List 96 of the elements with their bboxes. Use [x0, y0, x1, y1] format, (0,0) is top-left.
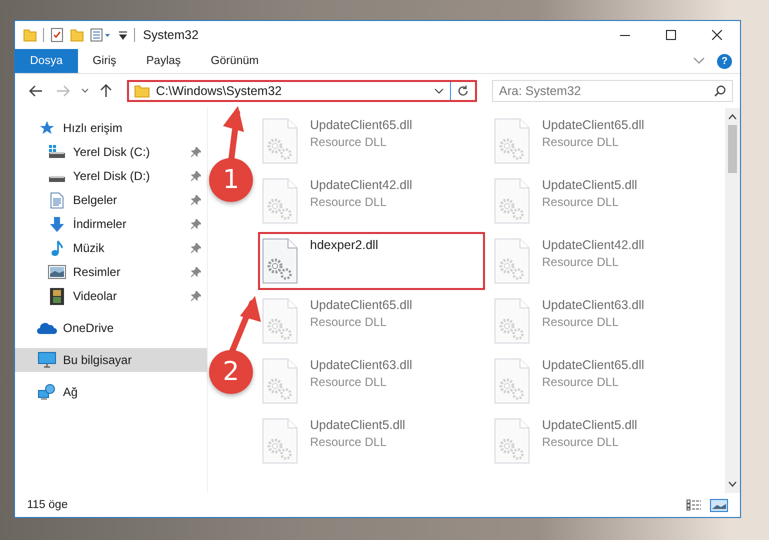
large-icons-view-icon[interactable] [710, 498, 728, 512]
sidebar-item[interactable]: İndirmeler [15, 212, 207, 236]
dll-file-icon [494, 238, 530, 284]
file-name: UpdateClient42.dll [542, 238, 644, 252]
file-type: Resource DLL [310, 375, 388, 389]
file-type: Resource DLL [542, 315, 620, 329]
dll-file-icon [494, 418, 530, 464]
up-arrow-icon[interactable] [100, 84, 112, 98]
file-item[interactable]: UpdateClient5.dll Resource DLL [490, 412, 717, 470]
scroll-down-icon[interactable] [728, 481, 737, 487]
file-name: UpdateClient63.dll [310, 358, 412, 372]
file-name: UpdateClient65.dll [542, 358, 644, 372]
window-title: System32 [143, 28, 199, 42]
dll-file-icon [262, 298, 298, 344]
cloud-icon [37, 322, 57, 334]
file-item[interactable]: UpdateClient65.dll Resource DLL [258, 292, 485, 350]
checklist-icon[interactable] [50, 27, 64, 43]
file-type: Resource DLL [310, 135, 388, 149]
file-type: Resource DLL [542, 255, 620, 269]
file-item[interactable]: UpdateClient5.dll Resource DLL [258, 412, 485, 470]
file-type: Resource DLL [542, 435, 620, 449]
search-field[interactable]: Ara: System32 [492, 80, 733, 102]
customize-toolbar-icon[interactable] [118, 29, 128, 41]
monitor-icon [38, 352, 56, 368]
file-type: Resource DLL [542, 135, 620, 149]
file-item[interactable]: UpdateClient65.dll Resource DLL [490, 112, 717, 170]
file-item[interactable]: UpdateClient42.dll Resource DLL [258, 172, 485, 230]
address-field[interactable]: C:\Windows\System32 [127, 80, 477, 102]
sidebar-item[interactable]: Bu bilgisayar [15, 348, 207, 372]
properties-icon[interactable] [90, 28, 112, 42]
file-name: UpdateClient5.dll [310, 418, 406, 432]
dll-file-icon [262, 238, 298, 284]
sidebar-item[interactable]: Ağ [15, 380, 207, 404]
file-name: UpdateClient65.dll [542, 118, 644, 132]
file-item[interactable]: UpdateClient65.dll Resource DLL [490, 352, 717, 410]
chevron-down-icon[interactable] [434, 88, 444, 94]
file-type: Resource DLL [542, 195, 620, 209]
picture-icon [48, 265, 66, 279]
dll-file-icon [262, 118, 298, 164]
sidebar-item[interactable]: Resimler [15, 260, 207, 284]
help-button[interactable]: ? [717, 54, 732, 68]
maximize-icon [666, 30, 676, 40]
file-name: UpdateClient65.dll [310, 118, 412, 132]
dll-file-icon [262, 418, 298, 464]
caret-icon[interactable] [81, 88, 89, 94]
file-item[interactable]: UpdateClient63.dll Resource DLL [490, 292, 717, 350]
file-type: Resource DLL [310, 435, 388, 449]
sidebar-item[interactable]: Videolar [15, 284, 207, 308]
file-item[interactable]: UpdateClient42.dll Resource DLL [490, 232, 717, 290]
network-icon [38, 384, 56, 400]
dll-file-icon [262, 178, 298, 224]
dll-file-icon [262, 358, 298, 404]
search-icon[interactable] [714, 85, 726, 97]
document-icon [50, 192, 64, 208]
film-icon [50, 288, 64, 304]
drive-icon [48, 176, 66, 182]
ribbon-tab[interactable]: Giriş [78, 49, 132, 73]
ribbon-tab[interactable]: Görünüm [196, 49, 274, 73]
dll-file-icon [494, 358, 530, 404]
scrollbar-thumb[interactable] [728, 125, 737, 173]
dll-file-icon [494, 178, 530, 224]
music-note-icon [51, 240, 63, 256]
sidebar-item[interactable]: Hızlı erişim [15, 116, 207, 140]
close-icon [712, 30, 722, 40]
file-name: UpdateClient5.dll [542, 178, 638, 192]
dll-file-icon [494, 298, 530, 344]
drive-icon [48, 145, 66, 159]
file-type: Resource DLL [310, 195, 388, 209]
sidebar-item[interactable]: Yerel Disk (C:) [15, 140, 207, 164]
dll-file-icon [494, 118, 530, 164]
file-type: Resource DLL [310, 315, 388, 329]
scroll-up-icon[interactable] [728, 114, 737, 120]
item-count: 115 öge [27, 499, 68, 511]
file-item[interactable]: UpdateClient63.dll Resource DLL [258, 352, 485, 410]
sidebar-item[interactable]: OneDrive [15, 316, 207, 340]
sidebar-item[interactable]: Belgeler [15, 188, 207, 212]
sidebar-item[interactable]: Yerel Disk (D:) [15, 164, 207, 188]
refresh-icon[interactable] [457, 85, 469, 97]
download-arrow-icon [49, 216, 65, 232]
star-icon [39, 120, 55, 136]
file-name: hdexper2.dll [310, 238, 378, 252]
details-view-icon[interactable] [686, 499, 702, 511]
ribbon-tab[interactable]: Dosya [15, 49, 78, 73]
file-name: UpdateClient63.dll [542, 298, 644, 312]
file-name: UpdateClient42.dll [310, 178, 412, 192]
sidebar-item[interactable]: Müzik [15, 236, 207, 260]
scrollbar[interactable] [725, 108, 740, 493]
file-name: UpdateClient65.dll [310, 298, 412, 312]
file-item[interactable]: UpdateClient5.dll Resource DLL [490, 172, 717, 230]
ribbon-tab[interactable]: Paylaş [131, 49, 196, 73]
file-name: UpdateClient5.dll [542, 418, 638, 432]
back-arrow-icon[interactable] [29, 85, 43, 97]
file-type: Resource DLL [542, 375, 620, 389]
file-item[interactable]: UpdateClient65.dll Resource DLL [258, 112, 485, 170]
folder-icon [134, 84, 150, 98]
file-item[interactable]: hdexper2.dll [258, 232, 485, 290]
